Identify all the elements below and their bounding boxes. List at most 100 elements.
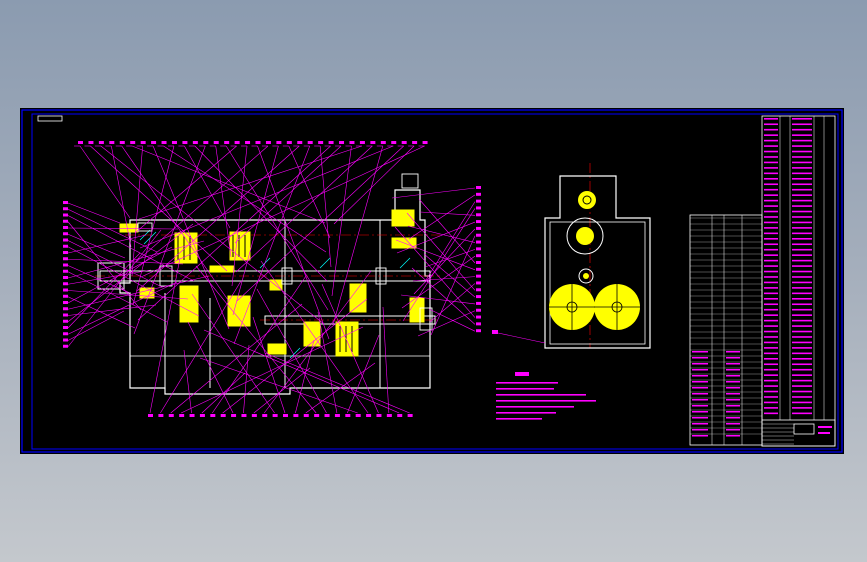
balloon-tag — [119, 141, 125, 144]
table-cell-text — [792, 308, 812, 311]
table-cell-text — [692, 381, 708, 383]
table-cell-text — [792, 330, 812, 333]
title-block-text — [818, 426, 832, 428]
table-cell-text — [764, 183, 778, 186]
balloon-tag — [476, 329, 481, 333]
balloon-tag — [151, 141, 157, 144]
table-cell-text — [764, 314, 778, 316]
table-cell-text — [764, 281, 778, 284]
balloon-tag — [220, 414, 226, 417]
balloon-tag — [98, 141, 104, 144]
table-cell-text — [692, 351, 708, 353]
balloon-tag — [199, 414, 205, 417]
table-cell-text — [792, 259, 812, 262]
note-line — [496, 418, 542, 420]
gear — [409, 297, 425, 323]
leader-line — [79, 145, 131, 219]
balloon-tag — [241, 414, 247, 417]
table-cell-text — [764, 298, 778, 300]
table-cell-text — [792, 358, 812, 360]
table-cell-text — [792, 352, 812, 355]
table-cell-text — [764, 254, 778, 256]
balloon-tag — [251, 414, 257, 417]
table-cell-text — [764, 199, 778, 202]
corner-label-box — [37, 115, 63, 122]
table-cell-text — [764, 216, 778, 218]
table-cell-text — [726, 393, 740, 395]
table-cell-text — [692, 435, 708, 437]
table-cell-text — [792, 341, 812, 344]
balloon-tag — [168, 414, 174, 417]
balloon-tag — [476, 192, 481, 196]
note-line — [496, 400, 596, 402]
table-cell-text — [764, 385, 778, 387]
balloon-tag — [63, 213, 68, 217]
balloon-tag — [476, 308, 481, 312]
leader-line — [181, 326, 364, 414]
balloon-tag — [476, 254, 481, 258]
balloon-tag — [130, 141, 136, 144]
table-cell-text — [726, 417, 740, 419]
table-cell-text — [692, 399, 708, 401]
balloon-tag — [63, 313, 68, 317]
note-line — [496, 394, 586, 396]
table-cell-text — [764, 352, 778, 355]
table-cell-text — [792, 243, 812, 246]
housing-outline — [119, 189, 431, 395]
balloon-tag — [391, 141, 397, 144]
balloon-tag — [324, 414, 330, 417]
table-cell-text — [792, 221, 812, 224]
balloon-tag — [307, 141, 313, 144]
balloon-tag — [386, 414, 392, 417]
note-line — [496, 406, 574, 408]
balloon-tag — [63, 226, 68, 229]
table-cell-text — [764, 145, 778, 147]
balloon-tag — [293, 414, 299, 417]
table-cell-text — [792, 412, 812, 415]
balloon-tag — [210, 414, 216, 417]
table-cell-text — [792, 248, 812, 251]
table-cell-text — [792, 347, 812, 349]
balloon-tag — [476, 220, 481, 224]
balloon-tag — [339, 141, 345, 144]
balloon-tag — [63, 301, 68, 304]
balloon-tag — [355, 414, 361, 417]
table-cell-text — [692, 405, 708, 407]
balloon-tag — [255, 141, 261, 144]
balloon-tag — [422, 141, 428, 144]
leader-line — [382, 306, 390, 414]
balloon-tag — [63, 338, 68, 342]
balloon-tag — [189, 414, 195, 417]
table-cell-text — [792, 396, 812, 398]
leader-line — [215, 145, 232, 258]
table-cell-text — [726, 351, 740, 353]
balloon-tag — [476, 213, 481, 217]
table-cell-text — [764, 390, 778, 393]
leader-line — [407, 225, 476, 243]
table-cell-text — [764, 270, 778, 273]
balloon-tag — [397, 414, 403, 417]
table-cell-text — [792, 199, 812, 202]
table-cell-text — [726, 423, 740, 425]
balloon-tag — [140, 141, 146, 144]
balloon-tag — [272, 414, 278, 417]
balloon-tag — [376, 414, 382, 417]
table-cell-text — [692, 363, 708, 365]
gear — [179, 285, 199, 323]
balloon-tag — [63, 263, 68, 267]
table-cell-text — [764, 178, 778, 180]
table-cell-text — [792, 139, 812, 142]
balloon-tag — [401, 141, 407, 144]
table-cell-text — [764, 303, 778, 306]
table-cell-text — [726, 357, 740, 359]
table-cell-text — [726, 435, 740, 437]
table-cell-text — [764, 325, 778, 327]
balloon-tag — [63, 282, 68, 286]
table-cell-text — [726, 387, 740, 389]
table-cell-text — [764, 194, 778, 196]
table-cell-text — [792, 128, 812, 131]
table-cell-text — [692, 369, 708, 371]
balloon-tag — [476, 226, 481, 230]
title-block — [761, 419, 836, 447]
balloon-tag — [192, 141, 198, 144]
